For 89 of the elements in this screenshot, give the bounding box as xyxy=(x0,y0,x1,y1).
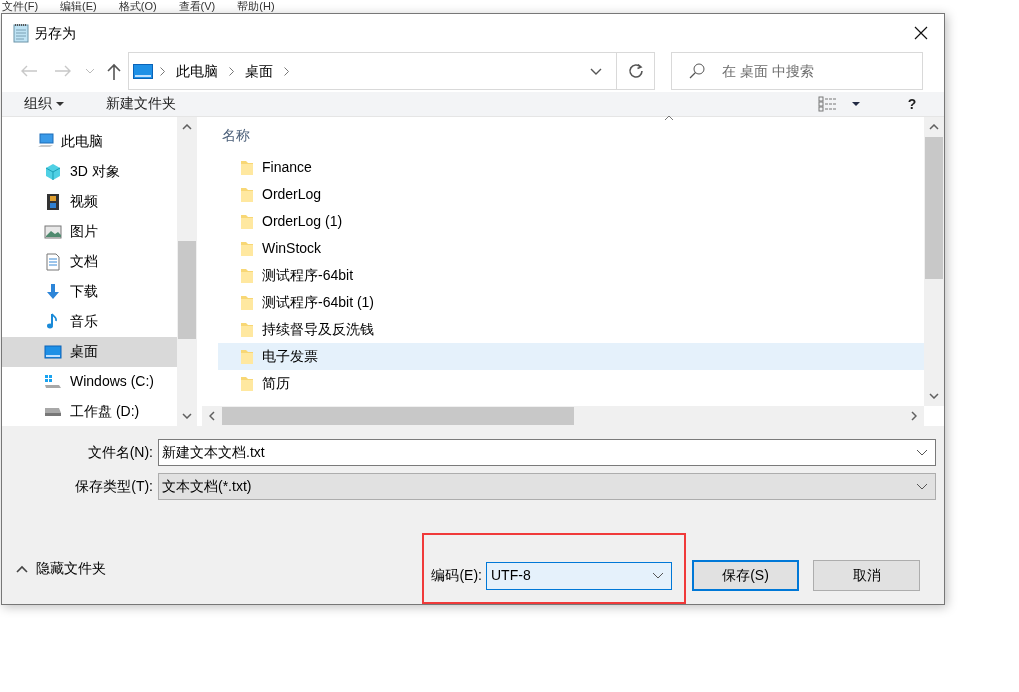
dropdown-icon[interactable] xyxy=(916,449,928,456)
nav-pane-item[interactable]: 视频 xyxy=(2,186,177,217)
chevron-down-icon xyxy=(182,412,192,419)
menu-item[interactable]: 帮助(H) xyxy=(237,0,275,12)
nav-pane-item[interactable]: 3D 对象 xyxy=(2,156,177,187)
breadcrumb-item[interactable]: 此电脑 xyxy=(171,60,222,82)
arrow-right-icon xyxy=(54,65,72,77)
drive-icon xyxy=(44,407,62,416)
new-folder-button[interactable]: 新建文件夹 xyxy=(105,93,176,115)
encoding-dropdown[interactable]: UTF-8 xyxy=(486,561,672,590)
file-row[interactable]: 测试程序-64bit xyxy=(218,261,924,289)
monitor-icon xyxy=(132,63,153,79)
cube-icon xyxy=(44,162,62,181)
file-row[interactable]: OrderLog xyxy=(218,180,924,208)
document-icon xyxy=(44,252,62,271)
monitor-icon xyxy=(44,342,62,361)
close-icon xyxy=(914,26,928,40)
chevron-right-icon xyxy=(283,66,289,76)
file-row[interactable]: 持续督导及反洗钱 xyxy=(218,315,924,343)
organize-menu[interactable]: 组织 xyxy=(24,93,52,115)
chevron-down-icon xyxy=(929,392,939,399)
drive-icon xyxy=(44,372,62,391)
folder-icon xyxy=(240,347,254,365)
search-field[interactable]: 在 桌面 中搜索 xyxy=(671,52,923,90)
file-row[interactable]: WinStock xyxy=(218,234,924,262)
chevron-left-icon xyxy=(209,410,215,421)
nav-pane-item[interactable]: 下载 xyxy=(2,276,177,307)
nav-pane-item[interactable]: 图片 xyxy=(2,216,177,247)
file-row[interactable]: OrderLog (1) xyxy=(218,207,924,235)
chevron-up-icon xyxy=(929,123,939,130)
file-row[interactable]: Finance xyxy=(218,153,924,181)
nav-pane-item[interactable]: 音乐 xyxy=(2,306,177,337)
nav-pane-item[interactable]: 文档 xyxy=(2,246,177,277)
nav-pane-item[interactable]: 桌面 xyxy=(2,336,177,367)
breadcrumb-item[interactable]: 桌面 xyxy=(240,60,277,82)
dropdown-icon[interactable] xyxy=(590,67,602,76)
arrow-left-icon xyxy=(20,65,38,77)
chevron-up-icon xyxy=(16,564,28,573)
window-title: 另存为 xyxy=(33,23,76,43)
scrollbar[interactable] xyxy=(924,116,944,406)
help-button[interactable]: ? xyxy=(902,93,922,114)
hide-folders-button[interactable]: 隐藏文件夹 xyxy=(16,558,106,579)
chevron-down-icon xyxy=(652,572,664,579)
image-icon xyxy=(44,222,62,241)
scrollbar[interactable] xyxy=(202,405,924,426)
chevron-right-icon xyxy=(228,66,234,76)
nav-pane-item[interactable]: Windows (C:) xyxy=(2,366,177,397)
menu-item[interactable]: 查看(V) xyxy=(178,0,216,12)
folder-icon xyxy=(240,185,254,203)
chevron-right-icon xyxy=(159,66,165,76)
file-row[interactable]: 测试程序-64bit (1) xyxy=(218,288,924,316)
folder-icon xyxy=(240,266,254,284)
filename-label: 文件名(N): xyxy=(86,443,154,462)
chevron-down-icon xyxy=(85,68,95,74)
chevron-down-icon xyxy=(916,482,928,490)
file-row[interactable]: 简历 xyxy=(218,369,924,397)
encoding-label: 编码(E): xyxy=(431,566,482,585)
file-type-dropdown[interactable]: 文本文档(*.txt) xyxy=(158,472,936,500)
scrollbar[interactable] xyxy=(177,116,197,426)
chevron-right-icon xyxy=(911,410,917,421)
film-icon xyxy=(44,192,62,211)
folder-icon xyxy=(240,212,254,230)
menu-item[interactable]: 文件(F) xyxy=(2,0,39,12)
folder-icon xyxy=(240,239,254,257)
menu-item[interactable]: 格式(O) xyxy=(118,0,157,12)
folder-icon xyxy=(240,374,254,392)
caret-icon[interactable] xyxy=(852,101,860,106)
folder-icon xyxy=(240,293,254,311)
refresh-icon xyxy=(627,63,644,79)
nav-pane-item[interactable]: 此电脑 xyxy=(2,126,177,157)
sort-indicator-icon xyxy=(664,114,674,121)
chevron-up-icon xyxy=(182,123,192,130)
column-header[interactable]: 名称 xyxy=(202,116,924,154)
menu-item[interactable]: 编辑(E) xyxy=(60,0,97,12)
address-bar[interactable]: 此电脑 桌面 xyxy=(128,52,655,90)
nav-pane-item[interactable]: 工作盘 (D:) xyxy=(2,396,177,427)
download-icon xyxy=(44,282,62,301)
filename-field[interactable]: 新建文本文档.txt xyxy=(158,439,936,466)
folder-icon xyxy=(240,158,254,176)
caret-icon xyxy=(55,101,64,106)
arrow-up-icon xyxy=(107,62,121,80)
notepad-icon xyxy=(12,23,30,43)
view-options-icon[interactable] xyxy=(818,95,838,112)
cancel-button[interactable]: 取消 xyxy=(813,560,920,591)
save-button[interactable]: 保存(S) xyxy=(692,560,799,591)
file-type-label: 保存类型(T): xyxy=(74,476,154,496)
search-icon xyxy=(689,63,705,79)
file-row[interactable]: 电子发票 xyxy=(218,342,924,370)
folder-icon xyxy=(240,320,254,338)
